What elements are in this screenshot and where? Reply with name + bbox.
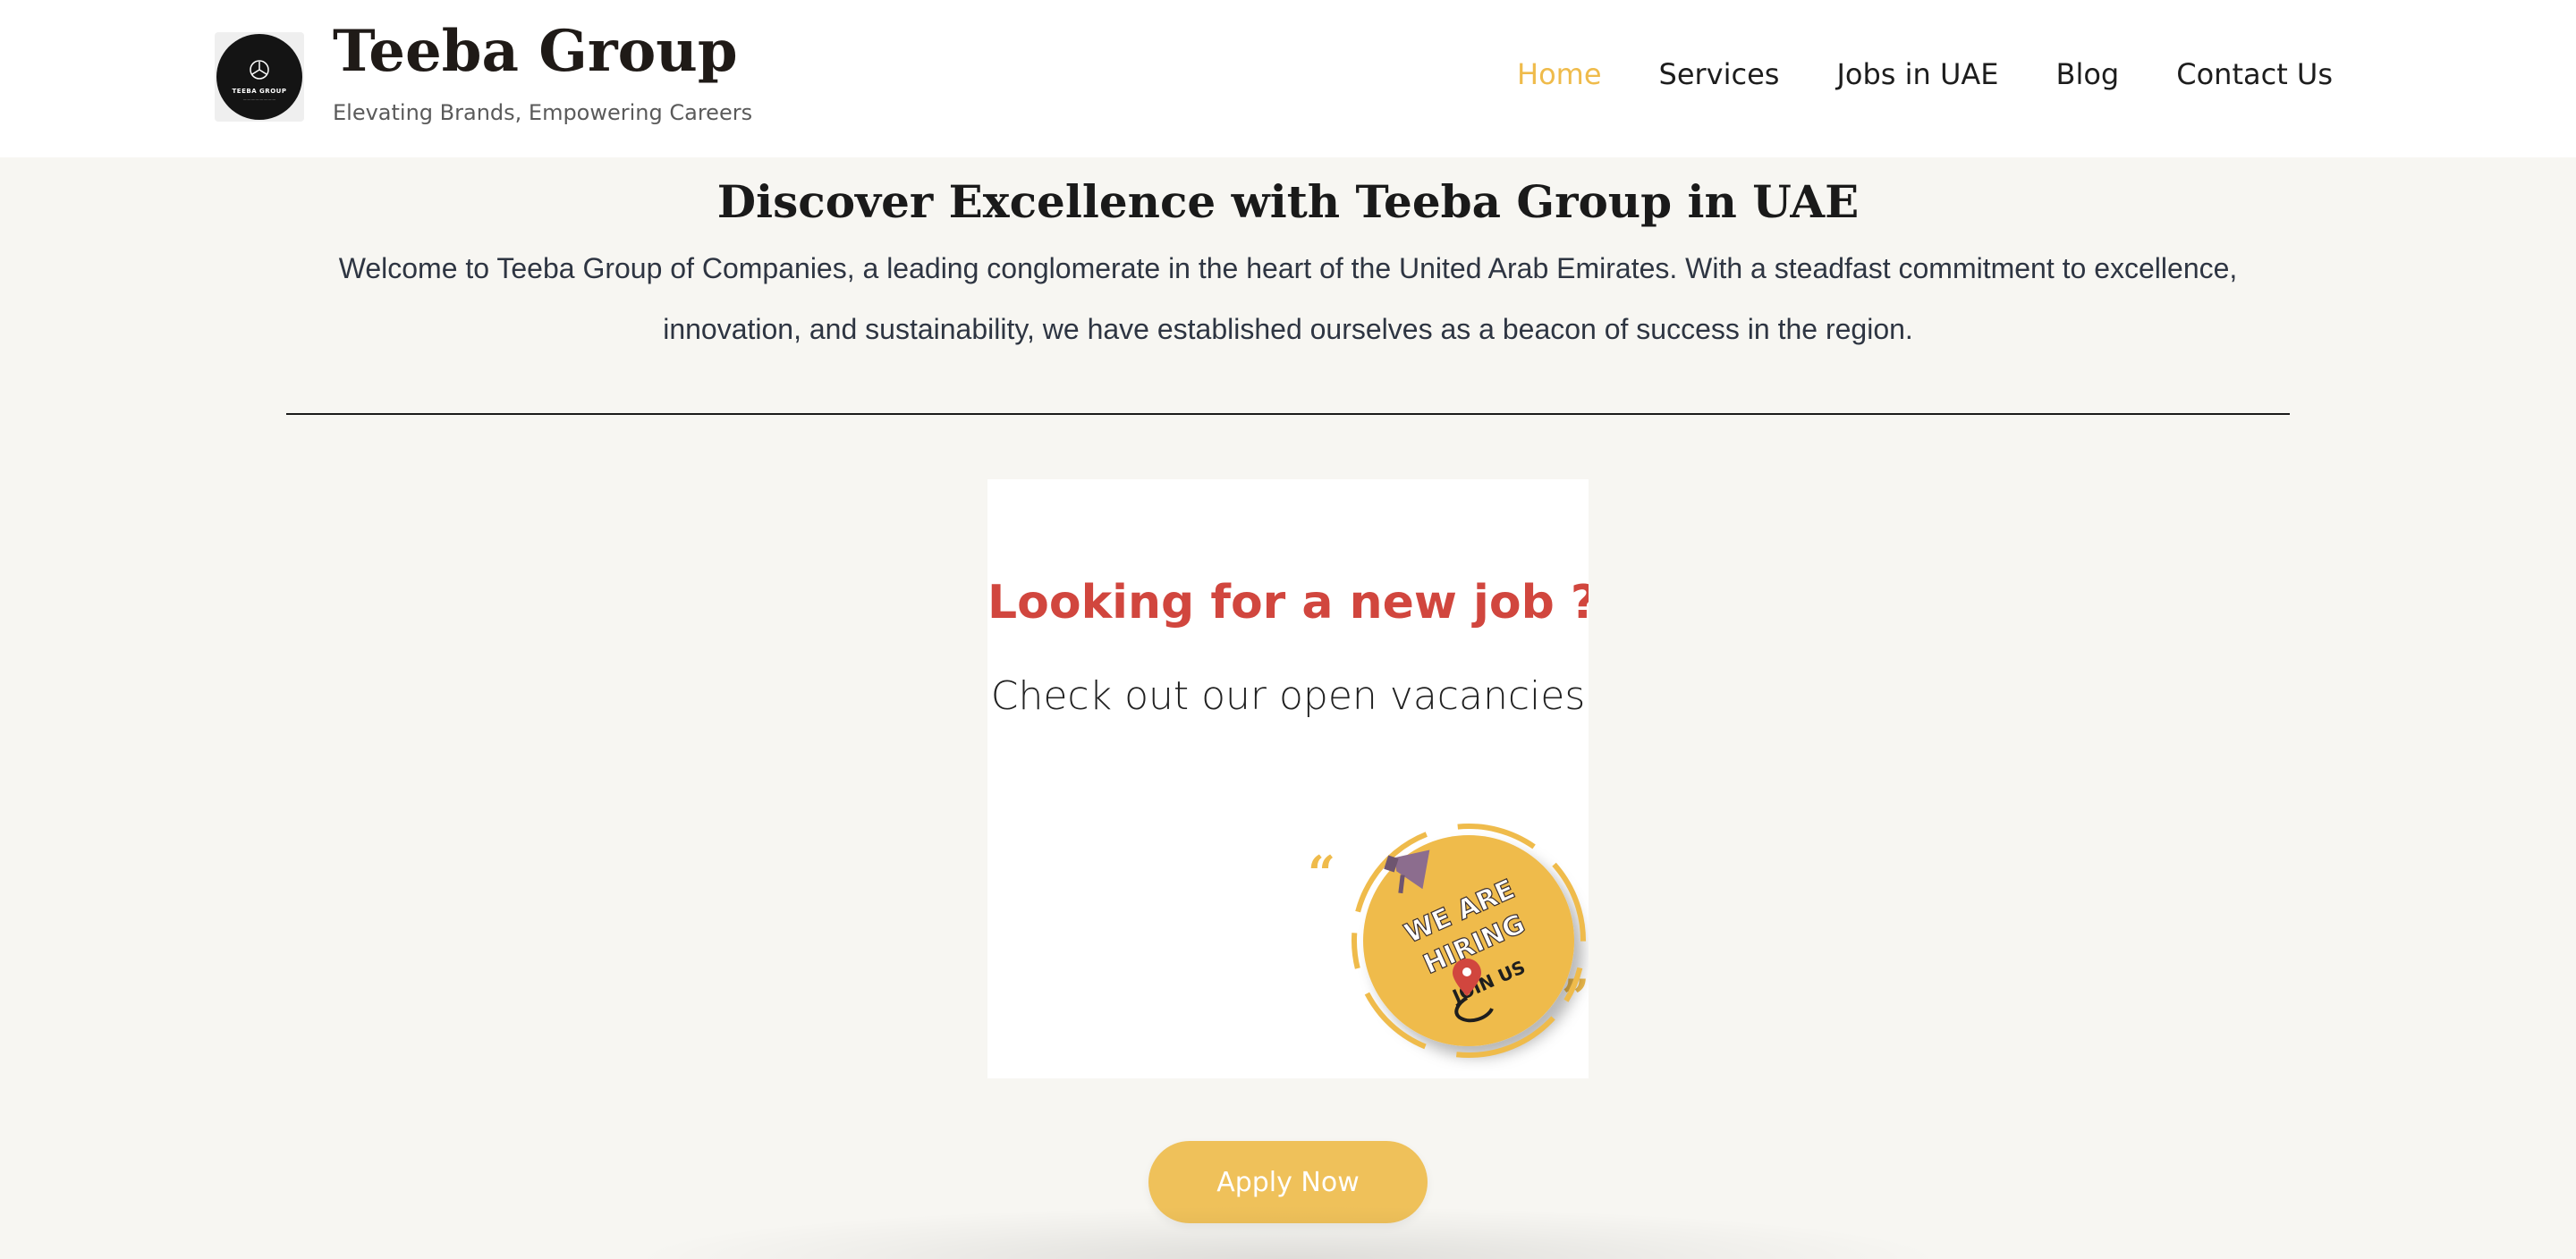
nav-services[interactable]: Services	[1659, 57, 1780, 91]
site-header: TEEBA GROUP ····························…	[0, 0, 2576, 157]
nav-jobs-in-uae[interactable]: Jobs in UAE	[1836, 57, 1998, 91]
job-banner-image: Looking for a new job ? Check out our op…	[987, 479, 1589, 1078]
logo-text: TEEBA GROUP	[232, 88, 287, 95]
logo-circle: TEEBA GROUP ····························…	[216, 34, 302, 120]
logo-emblem-icon	[250, 60, 269, 80]
logo-subtext: ·····························	[242, 97, 276, 102]
main-nav: Home Services Jobs in UAE Blog Contact U…	[1517, 57, 2333, 91]
banner-headline: Looking for a new job ?	[987, 576, 1589, 630]
nav-home[interactable]: Home	[1517, 57, 1602, 91]
hero-description: Welcome to Teeba Group of Companies, a l…	[338, 252, 2238, 345]
nav-contact-us[interactable]: Contact Us	[2176, 57, 2333, 91]
svg-text:“: “	[1308, 845, 1335, 902]
hero-title: Discover Excellence with Teeba Group in …	[716, 175, 1860, 228]
hiring-badge-icon: “ ” WE ARE HIRING JOIN US	[1308, 824, 1589, 1058]
section-divider	[286, 413, 2290, 415]
banner-subtext: Check out our open vacancies	[990, 673, 1586, 719]
brand-title[interactable]: Teeba Group	[333, 23, 738, 80]
card-shadow	[626, 1205, 1950, 1259]
nav-blog[interactable]: Blog	[2056, 57, 2120, 91]
brand-tagline: Elevating Brands, Empowering Careers	[333, 100, 753, 125]
site-logo[interactable]: TEEBA GROUP ····························…	[215, 32, 304, 122]
